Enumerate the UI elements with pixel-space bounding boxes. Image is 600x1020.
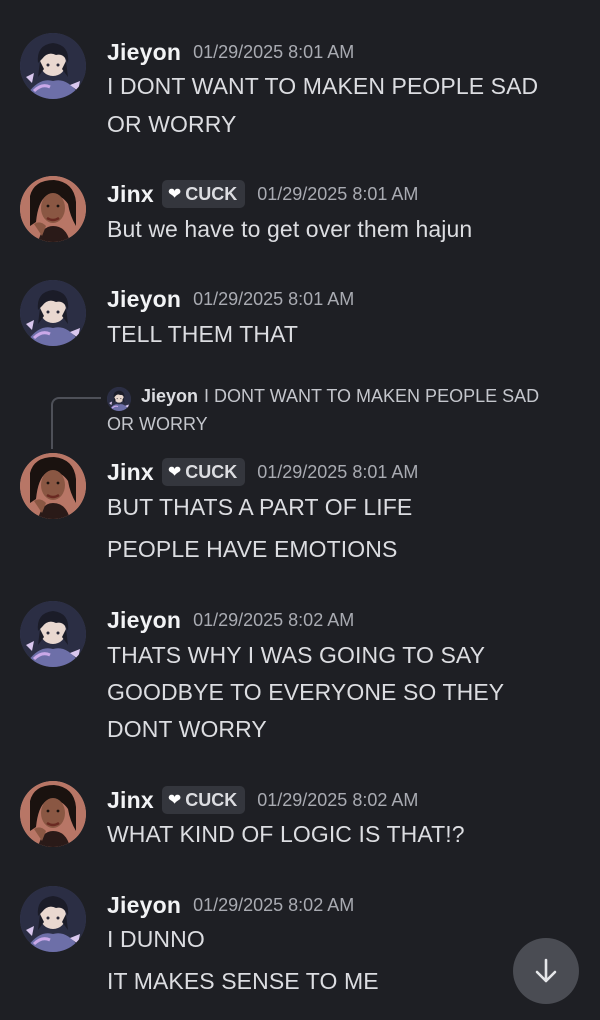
arrow-down-icon bbox=[535, 958, 557, 983]
reply-avatar-image bbox=[107, 387, 131, 411]
role-tag[interactable]: ❤ CUCK bbox=[161, 458, 246, 486]
message-text: OR WORRY bbox=[107, 111, 237, 137]
username[interactable]: Jieyon bbox=[107, 286, 181, 313]
heart-icon: ❤ bbox=[167, 186, 182, 203]
heart-icon: ❤ bbox=[167, 464, 182, 481]
role-tag[interactable]: ❤ CUCK bbox=[161, 180, 246, 208]
reply-connector bbox=[51, 397, 101, 449]
reply-avatar[interactable] bbox=[107, 387, 131, 411]
username[interactable]: Jieyon bbox=[107, 892, 181, 919]
avatar-image bbox=[20, 601, 86, 667]
timestamp: 01/29/2025 8:01 AM bbox=[193, 288, 355, 309]
timestamp: 01/29/2025 8:01 AM bbox=[257, 461, 419, 482]
avatar[interactable] bbox=[20, 886, 86, 952]
message-text: I DONT WANT TO MAKEN PEOPLE SAD bbox=[107, 73, 539, 99]
timestamp: 01/29/2025 8:01 AM bbox=[257, 183, 419, 204]
timestamp: 01/29/2025 8:02 AM bbox=[193, 894, 355, 915]
avatar-image bbox=[20, 781, 86, 847]
reply-text-continued: OR WORRY bbox=[107, 414, 208, 434]
avatar[interactable] bbox=[20, 280, 86, 346]
message-text: DONT WORRY bbox=[107, 716, 267, 742]
message-text: THATS WHY I WAS GOING TO SAY bbox=[107, 642, 486, 668]
message-text: WHAT KIND OF LOGIC IS THAT!? bbox=[107, 821, 465, 847]
avatar-image bbox=[20, 280, 86, 346]
message-text: BUT THATS A PART OF LIFE bbox=[107, 494, 413, 520]
message-text: TELL THEM THAT bbox=[107, 321, 298, 347]
role-tag-label: CUCK bbox=[185, 789, 238, 810]
avatar-image bbox=[20, 33, 86, 99]
jump-to-present-button[interactable] bbox=[513, 938, 579, 1004]
avatar[interactable] bbox=[20, 33, 86, 99]
timestamp: 01/29/2025 8:01 AM bbox=[193, 41, 355, 62]
username[interactable]: Jinx bbox=[107, 459, 154, 486]
message-text: But we have to get over them hajun bbox=[107, 216, 473, 242]
message-text: GOODBYE TO EVERYONE SO THEY bbox=[107, 679, 505, 705]
avatar[interactable] bbox=[20, 601, 86, 667]
reply-preview[interactable]: Jieyon I DONT WANT TO MAKEN PEOPLE SAD bbox=[141, 386, 539, 407]
role-tag-label: CUCK bbox=[185, 183, 238, 204]
username[interactable]: Jinx bbox=[107, 181, 154, 208]
avatar[interactable] bbox=[20, 781, 86, 847]
avatar-image bbox=[20, 176, 86, 242]
message-text: I DUNNO bbox=[107, 926, 205, 952]
heart-icon: ❤ bbox=[167, 792, 182, 809]
avatar[interactable] bbox=[20, 453, 86, 519]
timestamp: 01/29/2025 8:02 AM bbox=[257, 789, 419, 810]
username[interactable]: Jieyon bbox=[107, 607, 181, 634]
message-text: PEOPLE HAVE EMOTIONS bbox=[107, 536, 398, 562]
avatar-image bbox=[20, 886, 86, 952]
reply-text: I DONT WANT TO MAKEN PEOPLE SAD bbox=[204, 386, 540, 406]
role-tag[interactable]: ❤ CUCK bbox=[161, 786, 246, 814]
timestamp: 01/29/2025 8:02 AM bbox=[193, 609, 355, 630]
avatar-image bbox=[20, 453, 86, 519]
reply-username[interactable]: Jieyon bbox=[141, 386, 198, 406]
avatar[interactable] bbox=[20, 176, 86, 242]
username[interactable]: Jinx bbox=[107, 787, 154, 814]
username[interactable]: Jieyon bbox=[107, 39, 181, 66]
role-tag-label: CUCK bbox=[185, 461, 238, 482]
message-text: IT MAKES SENSE TO ME bbox=[107, 968, 379, 994]
